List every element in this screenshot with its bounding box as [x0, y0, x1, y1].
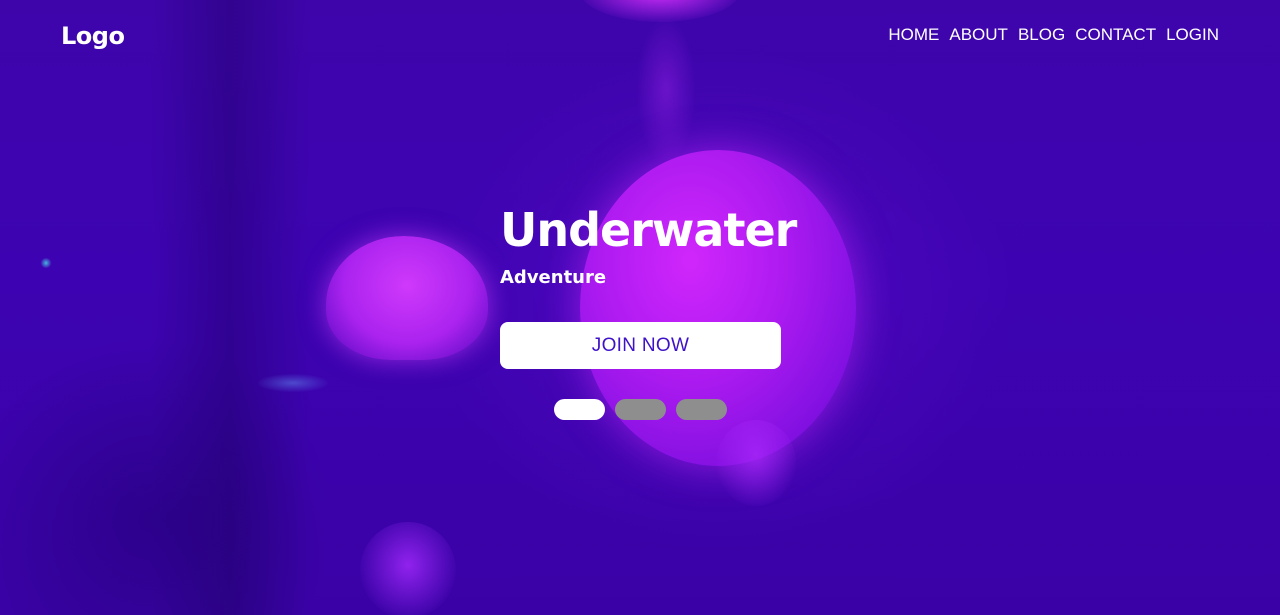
nav-home[interactable]: HOME	[888, 24, 939, 46]
slider-dot-1[interactable]	[554, 399, 605, 420]
nav-blog[interactable]: BLOG	[1018, 24, 1065, 46]
site-logo[interactable]: Logo	[61, 20, 125, 52]
main-nav: HOME ABOUT BLOG CONTACT LOGIN	[888, 24, 1219, 46]
nav-login[interactable]: LOGIN	[1166, 24, 1219, 46]
nav-contact[interactable]: CONTACT	[1075, 24, 1156, 46]
slider-dots	[554, 399, 727, 420]
hero-title: Underwater	[500, 203, 797, 257]
hero-section: Logo HOME ABOUT BLOG CONTACT LOGIN Under…	[0, 0, 1280, 615]
cyan-particle	[40, 258, 52, 268]
jellyfish-top-trail	[638, 20, 694, 160]
join-now-button[interactable]: JOIN NOW	[500, 322, 781, 369]
jellyfish-large-tail	[716, 420, 796, 506]
slider-dot-3[interactable]	[676, 399, 727, 420]
background-shadow	[150, 0, 310, 615]
hero-content: Underwater Adventure JOIN NOW	[500, 198, 797, 369]
blue-streak	[258, 374, 328, 392]
hero-subtitle: Adventure	[500, 267, 607, 288]
nav-about[interactable]: ABOUT	[949, 24, 1008, 46]
jellyfish-bottom	[360, 522, 456, 615]
slider-dot-2[interactable]	[615, 399, 666, 420]
